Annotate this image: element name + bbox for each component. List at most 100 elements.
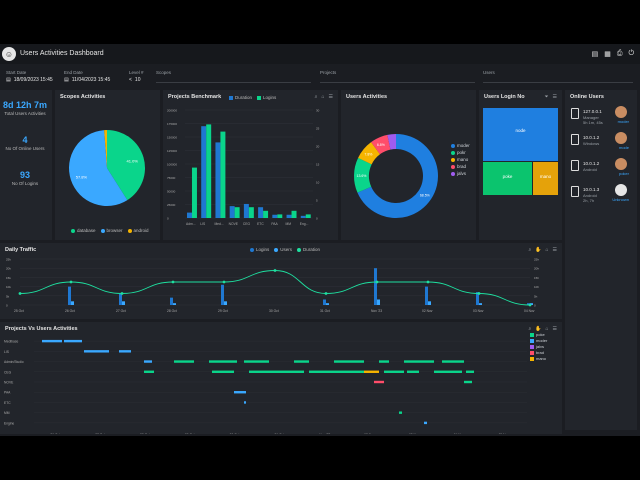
legend-item[interactable]: jalvs [451, 170, 470, 177]
scopes-pie-chart: 41.0% 57.8% [69, 130, 145, 206]
x-tick-label: 30 Oct [269, 309, 279, 313]
print-icon[interactable]: ⎙ [617, 50, 623, 58]
x-tick-label: Med... [214, 222, 223, 226]
online-user-item[interactable]: 10.0.1.2 Android poker [565, 156, 631, 182]
legend-item[interactable]: pokr [451, 149, 470, 156]
chevron-left-icon[interactable]: < [129, 77, 132, 83]
x-tick-label: 27 Oct [95, 433, 105, 434]
activity-segment [234, 391, 246, 394]
start-date-input[interactable]: 18/09/2023 15:45 [14, 77, 53, 83]
y2-tick-label: 5 [316, 199, 318, 203]
online-user-item[interactable]: 127.0.0.1 Manager 5h 1m, 45s moder [565, 104, 631, 130]
user-name: mode [618, 145, 629, 150]
legend-item[interactable]: mano [451, 156, 470, 163]
x-tick-label: 02 Nov [422, 309, 433, 313]
data-label: 57.8% [76, 174, 88, 179]
bar-duration [272, 214, 278, 218]
y-tick-label: 100000 [167, 163, 177, 167]
activity-segment [209, 360, 237, 363]
y-tick-label: Medibase [4, 340, 18, 344]
export-icon[interactable]: ▤ [592, 50, 599, 58]
avatar [615, 184, 627, 196]
scopes-activities-panel: Scopes Activities 41.0% 57.8% database br… [55, 90, 160, 240]
y-tick-label: 15k [6, 276, 11, 280]
cell-label: node [515, 128, 526, 133]
activity-segment [249, 370, 304, 373]
y-tick-label: 5k [6, 294, 10, 298]
y2-tick-label: 30 [316, 109, 320, 113]
menu-icon[interactable]: ☰ [553, 94, 557, 100]
kpi-label: Total Users Activities [4, 111, 46, 116]
kpi-label: No Of Logins [11, 181, 39, 186]
x-tick-label: 28 Oct [140, 433, 150, 434]
kpi-value: 93 [19, 170, 30, 180]
scopes-select[interactable] [156, 75, 311, 83]
legend-item[interactable]: moder [451, 142, 470, 149]
end-date-input[interactable]: 11/04/2023 15:45 [72, 77, 111, 83]
activity-segment [244, 401, 246, 404]
bar-users [428, 301, 431, 305]
user-os: Android [583, 167, 597, 172]
y-tick-label: 75000 [167, 176, 176, 180]
bar-logins [170, 297, 173, 305]
projects-vs-users-chart: Medibase LIS Admin/Studio CEG NOVE PAA ETC MM En… [4, 339, 527, 434]
y2-tick-label: 25h [534, 258, 539, 262]
projects-select[interactable] [320, 75, 475, 83]
y-tick-label: LIS [4, 350, 10, 354]
calendar-icon[interactable]: ▤ [6, 77, 11, 83]
projects-vs-users-panel: Projects Vs Users Activities ⌕ ✋ ⌂ ☰ poke mo… [0, 322, 562, 434]
duration-point [69, 280, 73, 284]
activity-segment [309, 370, 364, 373]
phone-icon [571, 160, 579, 171]
treemap-cell-poke[interactable]: poke [483, 162, 532, 195]
treemap-cell-mano[interactable]: mano [533, 162, 558, 195]
activity-segment [424, 421, 427, 425]
bar-logins [220, 131, 226, 218]
y2-tick-label: 10h [534, 285, 539, 289]
y-tick-label: 25000 [167, 203, 176, 207]
activity-segment [42, 339, 62, 343]
y2-tick-label: 20h [534, 267, 539, 271]
dashboard: ☺ Users Activities Dashboard ▤ ▦ ⎙ ⏻ Sta… [0, 44, 640, 436]
panel-title: Users Login No [484, 94, 525, 100]
duration-point [528, 303, 532, 307]
level-input[interactable]: 10 [135, 77, 141, 83]
duration-point [222, 280, 226, 284]
projects-benchmark-panel: Projects Benchmark ⌕ ⌂ ☰ Duration Logins 0… [163, 90, 338, 240]
x-tick-label: ETC [257, 222, 264, 226]
activity-segment [464, 380, 472, 384]
x-tick-label: PAA [271, 222, 278, 226]
avatar [615, 158, 627, 170]
activity-segment [174, 360, 194, 363]
online-user-item[interactable]: 10.0.1.3 Android 2h, 7h Unknown [565, 182, 631, 208]
kpi-value: 8d 12h 7m [2, 100, 48, 110]
activity-segment [244, 360, 269, 363]
users-select[interactable] [483, 75, 633, 83]
projects-benchmark-chart: 0 25000 50000 75000 100000 125000 150000 175000… [167, 109, 320, 227]
user-duration: 2h, 7h [583, 198, 595, 203]
y2-tick-label: 5h [534, 294, 538, 298]
report-icon[interactable]: ▦ [604, 50, 611, 58]
online-user-item[interactable]: 10.0.1.2 Windows mode [565, 130, 631, 156]
y-tick-label: 10k [6, 285, 11, 289]
activity-segment [384, 370, 404, 373]
y-tick-label: 25k [6, 258, 11, 262]
activity-segment [434, 370, 462, 373]
phone-icon [571, 186, 579, 197]
users-icon: ☺ [2, 47, 16, 61]
desktop-icon [571, 134, 579, 145]
kpi-value: 4 [22, 135, 28, 145]
legend-item[interactable]: brad [451, 163, 470, 170]
x-tick-label: 04 Nov [454, 433, 465, 434]
power-icon[interactable]: ⏻ [628, 50, 634, 58]
treemap-cell-node[interactable]: node [483, 108, 558, 161]
user-ip: 127.0.0.1 [583, 109, 602, 114]
y-tick-label: 20k [6, 267, 11, 271]
bar-users [173, 303, 176, 305]
filter-icon[interactable]: ⏷ [545, 94, 549, 100]
y2-tick-label: 15 [316, 163, 320, 167]
user-ip: 10.0.1.2 [583, 135, 600, 140]
bar-users [122, 301, 125, 305]
calendar-icon[interactable]: ▤ [64, 77, 69, 83]
user-os: Windows [583, 141, 600, 146]
